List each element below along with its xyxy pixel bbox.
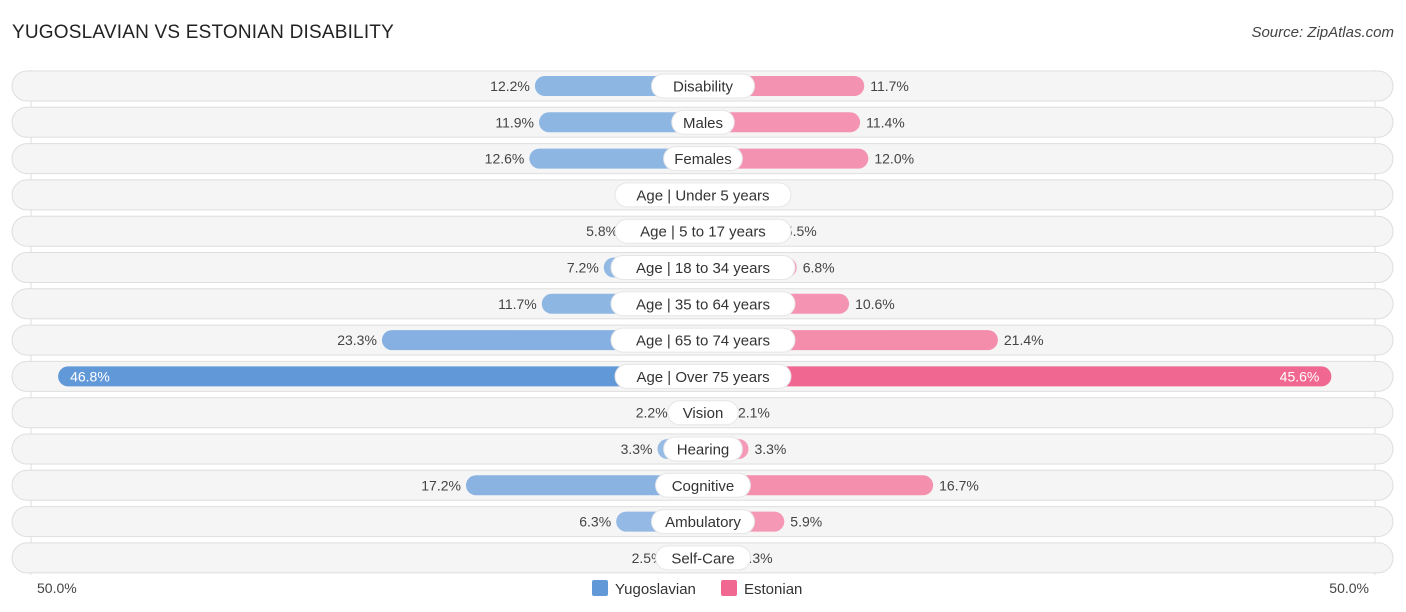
value-label-estonian: 21.4% (1004, 332, 1044, 348)
category-label: Age | 35 to 64 years (636, 296, 770, 313)
value-label-estonian: 2.1% (738, 405, 770, 421)
value-label-yugoslavian: 2.2% (636, 405, 668, 421)
value-label-estonian: 5.9% (790, 514, 822, 530)
value-label-yugoslavian: 17.2% (421, 477, 461, 493)
category-label: Age | Over 75 years (636, 369, 769, 386)
value-label-yugoslavian: 12.2% (490, 78, 530, 94)
category-label: Ambulatory (665, 514, 741, 531)
value-label-yugoslavian: 11.9% (495, 114, 534, 130)
legend-label-estonian: Estonian (744, 581, 802, 598)
category-label: Vision (683, 405, 724, 422)
value-label-estonian: 6.8% (803, 260, 835, 276)
bar-yugoslavian (58, 366, 703, 387)
category-label: Age | 18 to 34 years (636, 260, 770, 277)
category-label: Males (683, 115, 723, 132)
legend-swatch-yugoslavian (592, 580, 608, 596)
category-label: Age | 65 to 74 years (636, 333, 770, 350)
category-label: Age | 5 to 17 years (640, 224, 766, 241)
value-label-estonian: 3.3% (754, 441, 786, 457)
axis-label-left: 50.0% (37, 580, 77, 596)
value-label-yugoslavian: 12.6% (485, 151, 525, 167)
value-label-estonian: 11.7% (870, 78, 909, 94)
value-label-yugoslavian: 23.3% (337, 332, 377, 348)
category-label: Females (674, 151, 732, 168)
legend-label-yugoslavian: Yugoslavian (615, 581, 696, 598)
value-label-estonian: 45.6% (1280, 368, 1320, 384)
category-label: Cognitive (672, 478, 735, 495)
category-label: Hearing (677, 442, 730, 459)
value-label-yugoslavian: 5.8% (586, 223, 618, 239)
value-label-yugoslavian: 46.8% (70, 368, 110, 384)
value-label-yugoslavian: 7.2% (567, 260, 599, 276)
category-label: Self-Care (671, 550, 734, 567)
value-label-yugoslavian: 6.3% (579, 514, 611, 530)
value-label-estonian: 12.0% (874, 151, 914, 167)
category-label: Disability (673, 79, 734, 96)
value-label-yugoslavian: 3.3% (621, 441, 653, 457)
value-label-estonian: 10.6% (855, 296, 895, 312)
value-label-estonian: 16.7% (939, 477, 979, 493)
legend-swatch-estonian (721, 580, 737, 596)
bar-estonian (703, 366, 1332, 387)
value-label-estonian: 11.4% (866, 114, 905, 130)
axis-label-right: 50.0% (1329, 580, 1369, 596)
category-label: Age | Under 5 years (636, 187, 769, 204)
value-label-yugoslavian: 11.7% (498, 296, 537, 312)
chart-svg: 12.2% 11.7% Disability 11.9% 11.4% Males 12.6%… (11, 70, 1394, 598)
